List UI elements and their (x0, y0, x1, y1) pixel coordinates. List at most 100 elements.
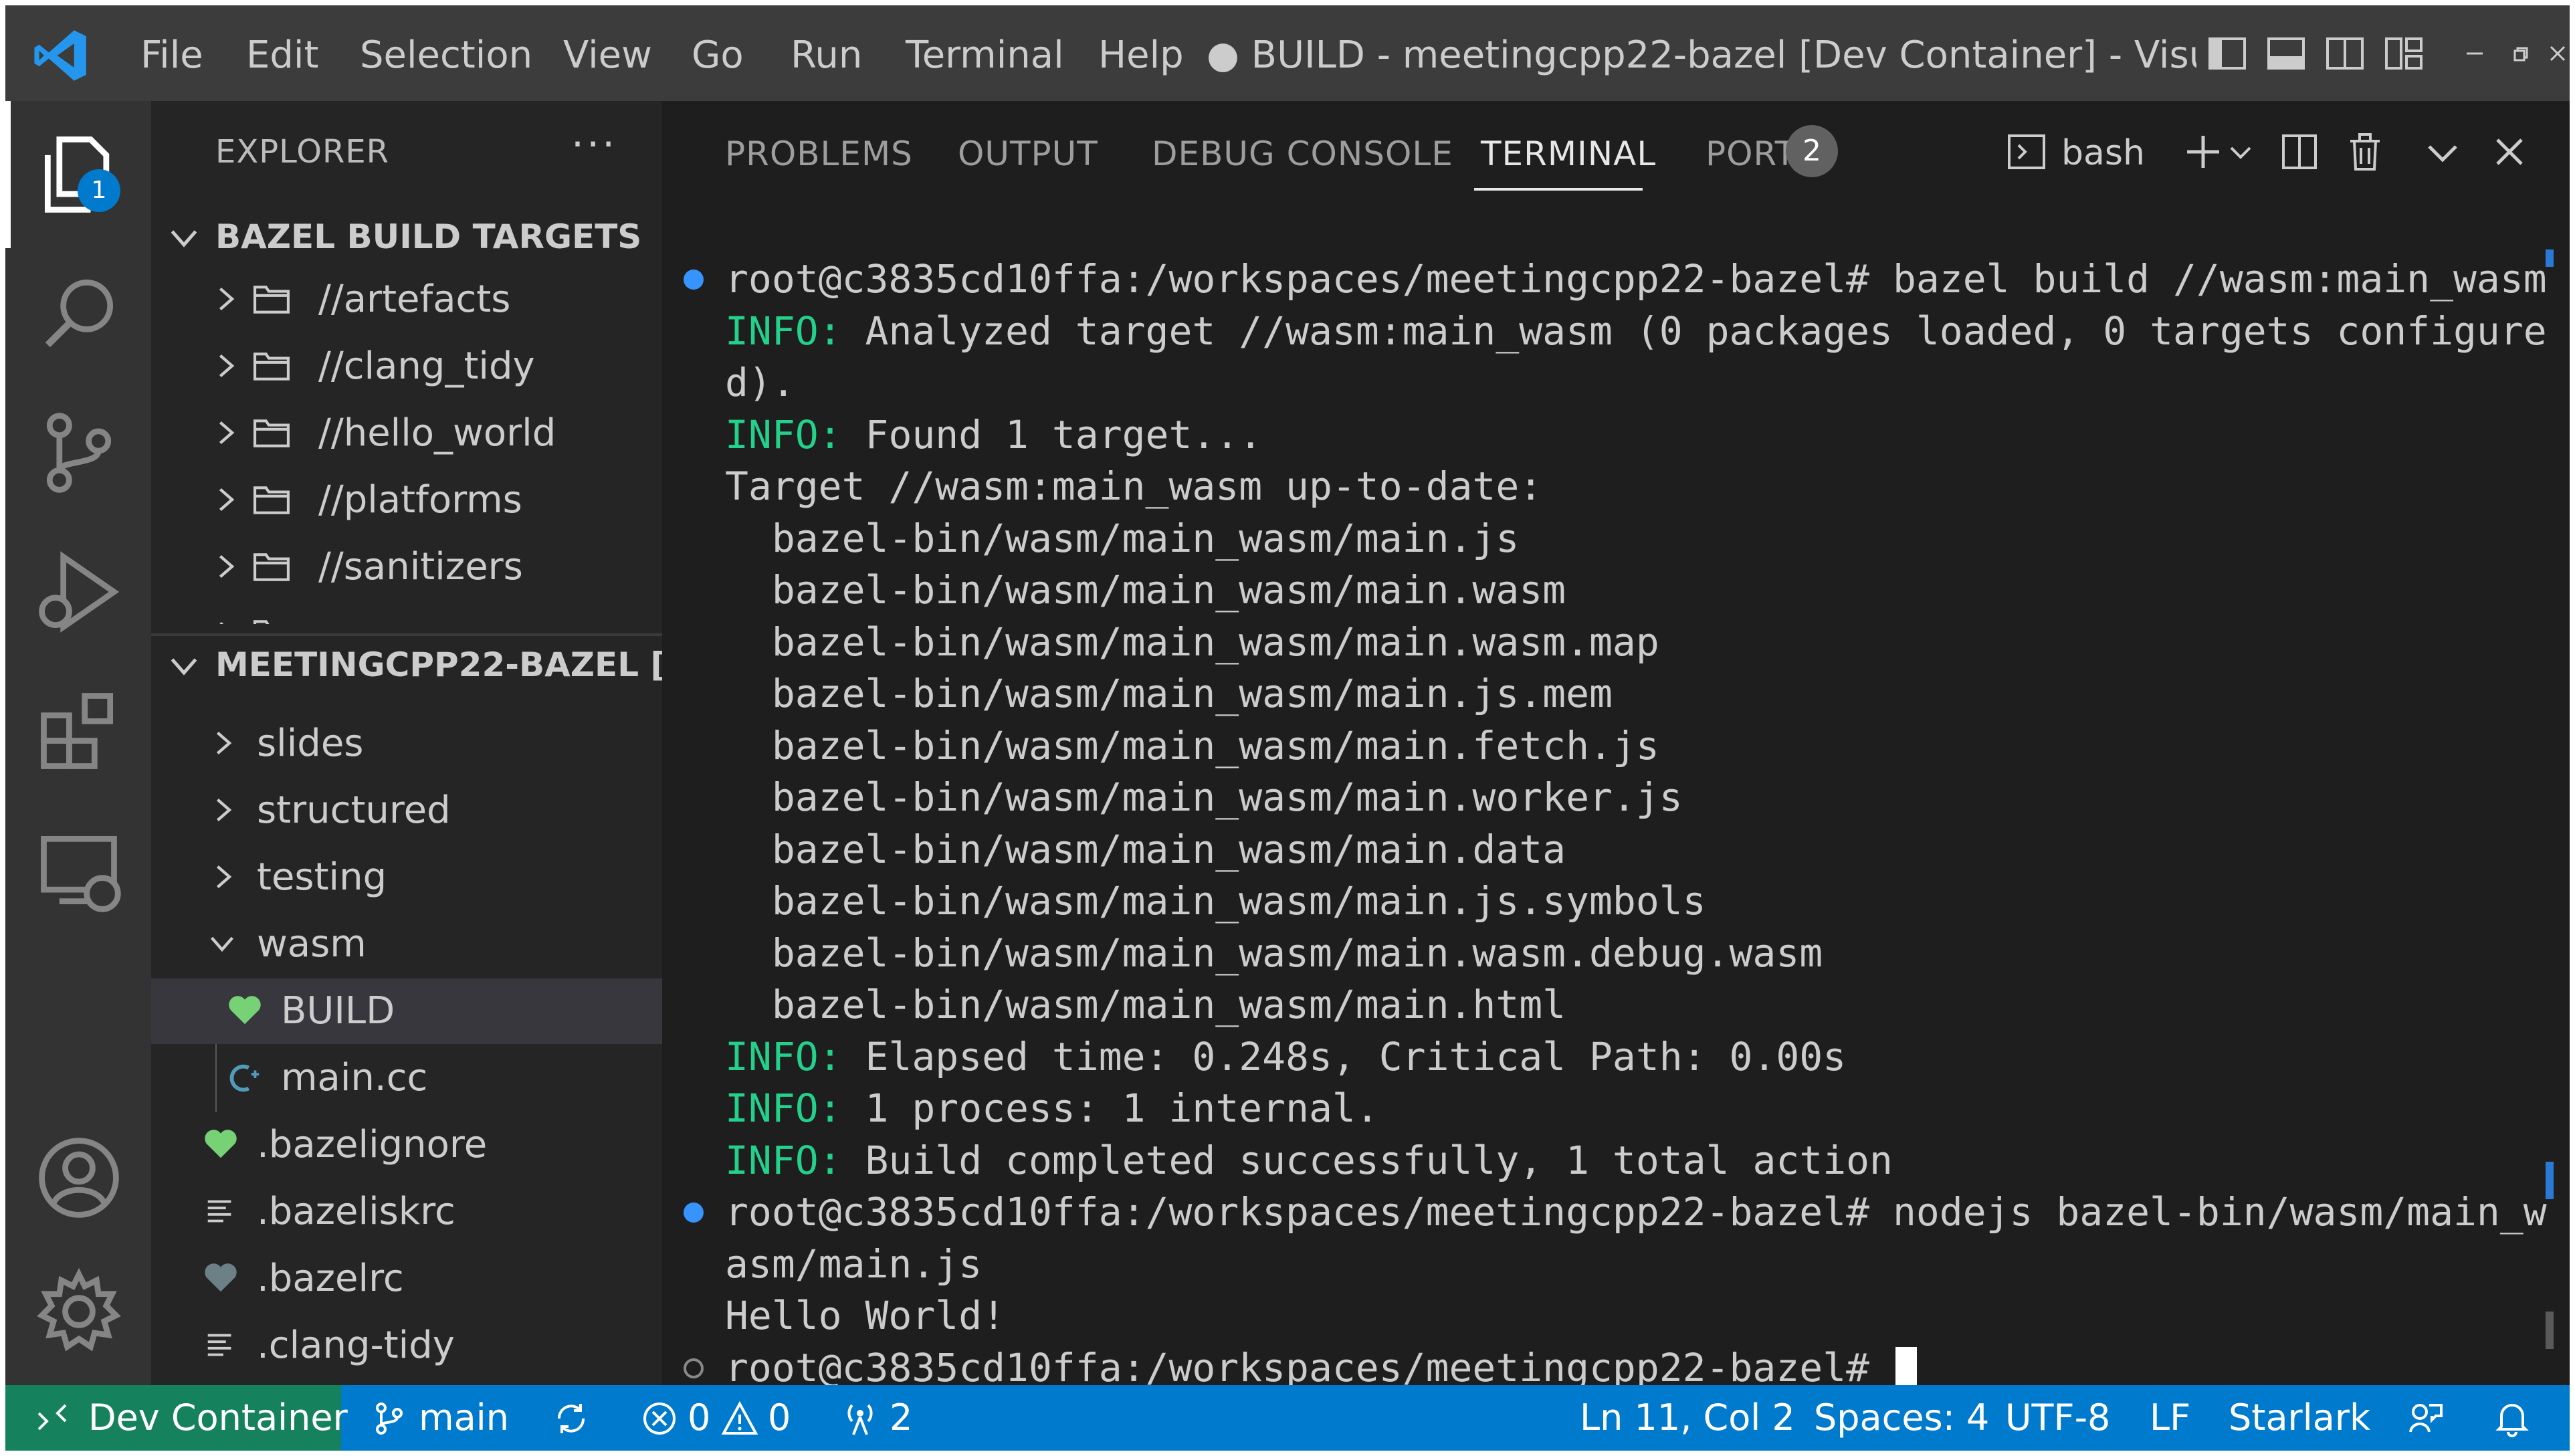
remote-indicator[interactable]: Dev Container (5, 1385, 348, 1451)
info-prefix: INFO: (725, 411, 842, 457)
file-item[interactable]: .clang-tidy (151, 1313, 662, 1378)
menu-go[interactable]: Go (692, 32, 744, 79)
bazel-target-item[interactable]: //clang_tidy (151, 334, 662, 399)
settings-gear-icon[interactable] (32, 1265, 126, 1358)
chevron-down-icon[interactable] (2227, 130, 2254, 173)
folder-item-structured[interactable]: structured (151, 778, 662, 843)
scrollbar-marker (2546, 1162, 2554, 1199)
terminal-line: INFO: Analyzed target //wasm:main_wasm (… (725, 306, 2547, 357)
terminal-line-text: Target //wasm:main_wasm up-to-date: (725, 463, 1543, 509)
encoding[interactable]: UTF-8 (2005, 1394, 2110, 1441)
file-label: main.cc (281, 1056, 428, 1100)
kill-terminal-trash-icon[interactable] (2344, 130, 2386, 173)
terminal-output[interactable]: root@c3835cd10ffa:/workspaces/meetingcpp… (662, 248, 2570, 1393)
error-count[interactable]: 0 (688, 1394, 710, 1441)
file-label: BUILD (281, 989, 395, 1033)
bazel-heart-icon (205, 1130, 237, 1158)
customize-layout-icon[interactable] (2382, 32, 2425, 75)
bazel-target-label: //sanitizers (318, 545, 523, 589)
folder-item-wasm[interactable]: wasm (151, 912, 662, 977)
info-prefix: INFO: (725, 1085, 842, 1131)
active-tab-underline (1474, 188, 1643, 191)
forwarded-ports-count[interactable]: 2 (890, 1394, 912, 1441)
toggle-panel-icon[interactable] (2265, 32, 2307, 75)
bazel-target-item[interactable]: //hello_world (151, 401, 662, 466)
warning-icon[interactable] (721, 1400, 758, 1437)
menu-edit[interactable]: Edit (246, 32, 318, 79)
bazel-target-item[interactable]: //sanitizers (151, 534, 662, 600)
toggle-secondary-sidebar-icon[interactable] (2324, 32, 2366, 75)
menu-view[interactable]: View (563, 32, 652, 79)
error-icon[interactable] (641, 1400, 678, 1437)
tab-problems[interactable]: PROBLEMS (725, 134, 913, 173)
file-item-main-cc[interactable]: main.cc (151, 1045, 662, 1111)
file-item-build[interactable]: BUILD (151, 978, 662, 1044)
bazel-target-label: //artefacts (318, 278, 511, 321)
chevron-right-icon (219, 488, 235, 512)
command-decoration-success[interactable] (684, 1203, 704, 1223)
restore-icon[interactable] (2507, 40, 2534, 67)
search-icon[interactable] (32, 267, 126, 360)
more-actions-icon[interactable]: ··· (571, 121, 617, 168)
remote-explorer-icon[interactable] (32, 823, 126, 917)
feedback-icon[interactable] (2406, 1400, 2444, 1437)
notifications-bell-icon[interactable] (2493, 1400, 2531, 1437)
tab-terminal[interactable]: TERMINAL (1481, 134, 1656, 173)
run-debug-icon[interactable] (32, 545, 126, 639)
command-decoration-pending[interactable] (684, 1358, 704, 1378)
cursor-position[interactable]: Ln 11, Col 2 (1580, 1394, 1795, 1441)
folder-item-testing[interactable]: testing (151, 845, 662, 910)
terminal-line: INFO: 1 process: 1 internal. (725, 1083, 1379, 1134)
bazel-target-label: //hello_world (318, 411, 556, 455)
menu-run[interactable]: Run (791, 32, 862, 79)
workspace-section-header[interactable]: MEETINGCPP22-BAZEL [D... (151, 636, 662, 696)
sync-icon[interactable] (552, 1400, 590, 1437)
terminal-line: bazel-bin/wasm/main_wasm/main.data (725, 824, 1566, 875)
menu-help[interactable]: Help (1098, 32, 1184, 79)
menu-terminal[interactable]: Terminal (906, 32, 1064, 79)
split-terminal-icon[interactable] (2278, 130, 2321, 173)
bazel-targets-section-header[interactable]: BAZEL BUILD TARGETS (151, 208, 662, 268)
menu-selection[interactable]: Selection (360, 32, 532, 79)
toggle-primary-sidebar-icon[interactable] (2206, 32, 2249, 75)
menu-file[interactable]: File (140, 32, 203, 79)
terminal-line: INFO: Found 1 target... (725, 409, 1262, 461)
tab-debug-console[interactable]: DEBUG CONSOLE (1152, 134, 1453, 173)
folder-icon (253, 286, 290, 314)
extensions-icon[interactable] (32, 684, 126, 778)
file-label: .bazeliskrc (257, 1190, 455, 1233)
terminal-line: bazel-bin/wasm/main_wasm/main.wasm (725, 564, 1566, 616)
bazel-target-item[interactable]: //platforms (151, 467, 662, 533)
new-terminal-plus-icon[interactable] (2182, 130, 2225, 173)
folder-item-slides[interactable]: slides (151, 711, 662, 776)
account-icon[interactable] (32, 1131, 126, 1225)
end-of-line[interactable]: LF (2150, 1394, 2190, 1441)
terminal-line-text: bazel-bin/wasm/main_wasm/main.js.symbols (725, 878, 1706, 924)
file-item[interactable]: .bazeliskrc (151, 1179, 662, 1245)
language-mode[interactable]: Starlark (2229, 1394, 2370, 1441)
terminal-line: bazel-bin/wasm/main_wasm/main.worker.js (725, 772, 1683, 823)
bazel-target-item-partial[interactable] (151, 601, 662, 624)
chevron-right-icon (216, 865, 232, 889)
file-item[interactable]: .bazelrc (151, 1246, 662, 1312)
maximize-panel-chevron-icon[interactable] (2421, 130, 2464, 173)
git-branch-icon[interactable] (371, 1400, 408, 1437)
file-item[interactable]: .bazelignore (151, 1112, 662, 1178)
folder-label: structured (257, 789, 451, 832)
minimize-icon[interactable] (2461, 40, 2488, 67)
terminal-shell-name[interactable]: bash (2061, 133, 2145, 173)
terminal-line: bazel-bin/wasm/main_wasm/main.wasm.map (725, 617, 1659, 668)
forwarded-ports-icon[interactable] (841, 1400, 879, 1437)
git-branch-name[interactable]: main (419, 1394, 509, 1441)
warning-count[interactable]: 0 (768, 1394, 791, 1441)
terminal-line: INFO: Build completed successfully, 1 to… (725, 1135, 1893, 1186)
close-window-icon[interactable] (2544, 40, 2570, 67)
command-decoration-success[interactable] (684, 270, 704, 290)
source-control-icon[interactable] (32, 406, 126, 500)
indentation[interactable]: Spaces: 4 (1814, 1394, 1989, 1441)
terminal-icon[interactable] (2005, 130, 2048, 173)
bazel-target-item[interactable]: //artefacts (151, 267, 662, 332)
close-panel-icon[interactable] (2488, 130, 2531, 173)
tab-output[interactable]: OUTPUT (958, 134, 1098, 173)
scrollbar-thumb[interactable] (2546, 1312, 2554, 1349)
